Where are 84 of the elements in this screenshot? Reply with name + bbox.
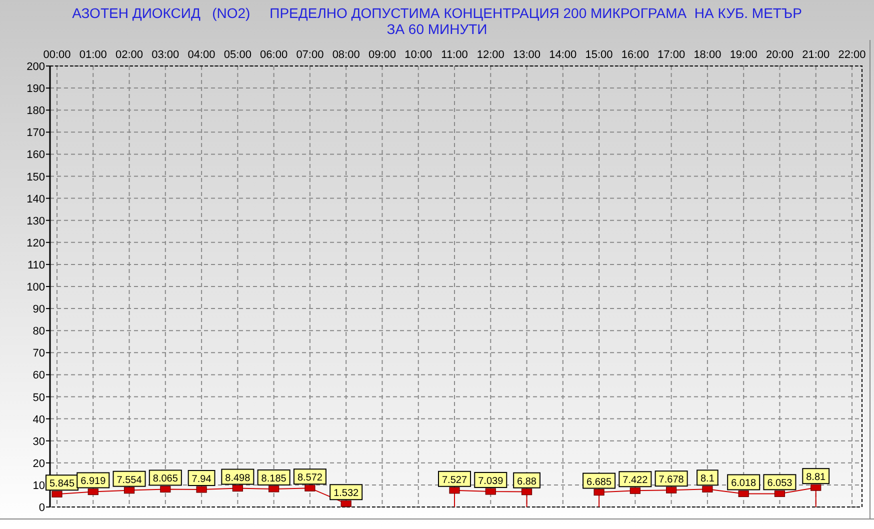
axis-tick-label: 170 <box>26 127 45 140</box>
value-label: 7.422 <box>618 471 652 488</box>
value-label: 7.554 <box>112 470 146 487</box>
axis-tick-label: 160 <box>26 149 45 162</box>
value-label: 8.185 <box>257 469 290 486</box>
axis-tick-label: 140 <box>26 193 45 206</box>
axis-tick-label: 110 <box>27 259 45 272</box>
axis-tick-label: 13:00 <box>513 49 541 61</box>
axis-tick-label: 21:00 <box>802 49 830 61</box>
value-label: 7.039 <box>474 472 508 488</box>
value-label: 1.532 <box>330 484 363 500</box>
axis-tick-label: 18:00 <box>694 49 722 61</box>
value-label: 6.88 <box>513 472 540 488</box>
data-point <box>268 486 280 492</box>
axis-tick-label: 50 <box>32 392 45 404</box>
value-label: 6.053 <box>763 474 796 490</box>
axis-tick-label: 0 <box>38 502 45 514</box>
value-label: 8.81 <box>802 468 830 484</box>
value-label: 6.685 <box>582 472 616 489</box>
data-point <box>594 488 604 496</box>
axis-tick-label: 10:00 <box>404 49 432 61</box>
axis-tick-label: 130 <box>26 215 45 228</box>
data-point <box>630 487 640 494</box>
axis-tick-label: 20:00 <box>766 49 794 61</box>
axis-tick-label: 08:00 <box>332 49 360 61</box>
axis-tick-label: 190 <box>26 83 45 96</box>
chart-title: АЗОТЕН ДИОКСИД (NO2) ПРЕДЕЛНО ДОПУСТИМА КОНЦЕНТРАЦИЯ 200 МИКРОГРАМА НА КУБ. МЕТЪР <box>72 5 802 21</box>
value-label: 6.919 <box>76 472 110 488</box>
axis-tick-label: 04:00 <box>188 49 216 61</box>
axis-tick-label: 90 <box>32 304 45 316</box>
axis-tick-label: 20 <box>32 458 45 470</box>
axis-tick-label: 70 <box>32 348 45 360</box>
axis-tick-label: 02:00 <box>116 49 144 61</box>
axis-tick-label: 150 <box>26 171 45 184</box>
value-label: 8.065 <box>148 470 182 486</box>
data-point <box>124 487 135 494</box>
axis-tick-label: 12:00 <box>476 49 504 61</box>
value-label: 8.498 <box>221 468 254 485</box>
value-label: 6.018 <box>727 474 760 490</box>
value-label: 7.678 <box>654 470 688 487</box>
data-point <box>738 490 749 498</box>
axis-tick-label: 22:00 <box>838 49 866 61</box>
data-point <box>485 488 496 495</box>
data-point <box>52 490 62 498</box>
data-point <box>340 500 352 507</box>
axis-tick-label: 16:00 <box>621 49 649 61</box>
axis-tick-label: 07:00 <box>296 49 324 61</box>
axis-tick-label: 60 <box>32 370 45 382</box>
axis-tick-label: 00:00 <box>43 49 71 61</box>
data-point <box>521 488 532 496</box>
data-point <box>160 486 171 493</box>
axis-tick-label: 40 <box>32 414 45 426</box>
data-point <box>196 486 207 493</box>
axis-tick-label: 30 <box>32 436 45 448</box>
data-point <box>774 490 786 497</box>
axis-tick-label: 11:00 <box>441 49 468 61</box>
axis-tick-label: 15:00 <box>585 49 613 61</box>
chart-title: ЗА 60 МИНУТИ <box>386 21 488 37</box>
data-point <box>88 488 98 496</box>
axis-tick-label: 80 <box>32 326 45 338</box>
axis-tick-label: 180 <box>26 105 45 118</box>
value-label: 7.94 <box>188 470 216 486</box>
axis-tick-label: 120 <box>26 237 45 250</box>
axis-tick-label: 09:00 <box>368 49 396 61</box>
value-label: 5.845 <box>46 474 78 491</box>
axis-tick-label: 100 <box>26 282 45 294</box>
data-point <box>810 484 822 491</box>
axis-tick-label: 17:00 <box>658 49 686 61</box>
axis-tick-label: 10 <box>32 480 45 492</box>
value-label: 7.527 <box>438 470 471 487</box>
axis-tick-label: 01:00 <box>79 49 107 61</box>
data-point <box>702 486 713 492</box>
data-point <box>232 484 243 492</box>
axis-tick-label: 14:00 <box>549 49 577 61</box>
axis-tick-label: 05:00 <box>224 49 252 61</box>
data-point <box>304 484 316 492</box>
axis-tick-label: 19:00 <box>730 49 758 61</box>
value-label: 8.572 <box>293 468 326 485</box>
data-point <box>666 486 677 494</box>
data-point <box>449 487 460 494</box>
axis-tick-label: 06:00 <box>260 49 288 61</box>
value-label: 8.1 <box>696 470 718 486</box>
axis-tick-label: 200 <box>26 61 45 73</box>
axis-tick-label: 03:00 <box>152 49 180 61</box>
